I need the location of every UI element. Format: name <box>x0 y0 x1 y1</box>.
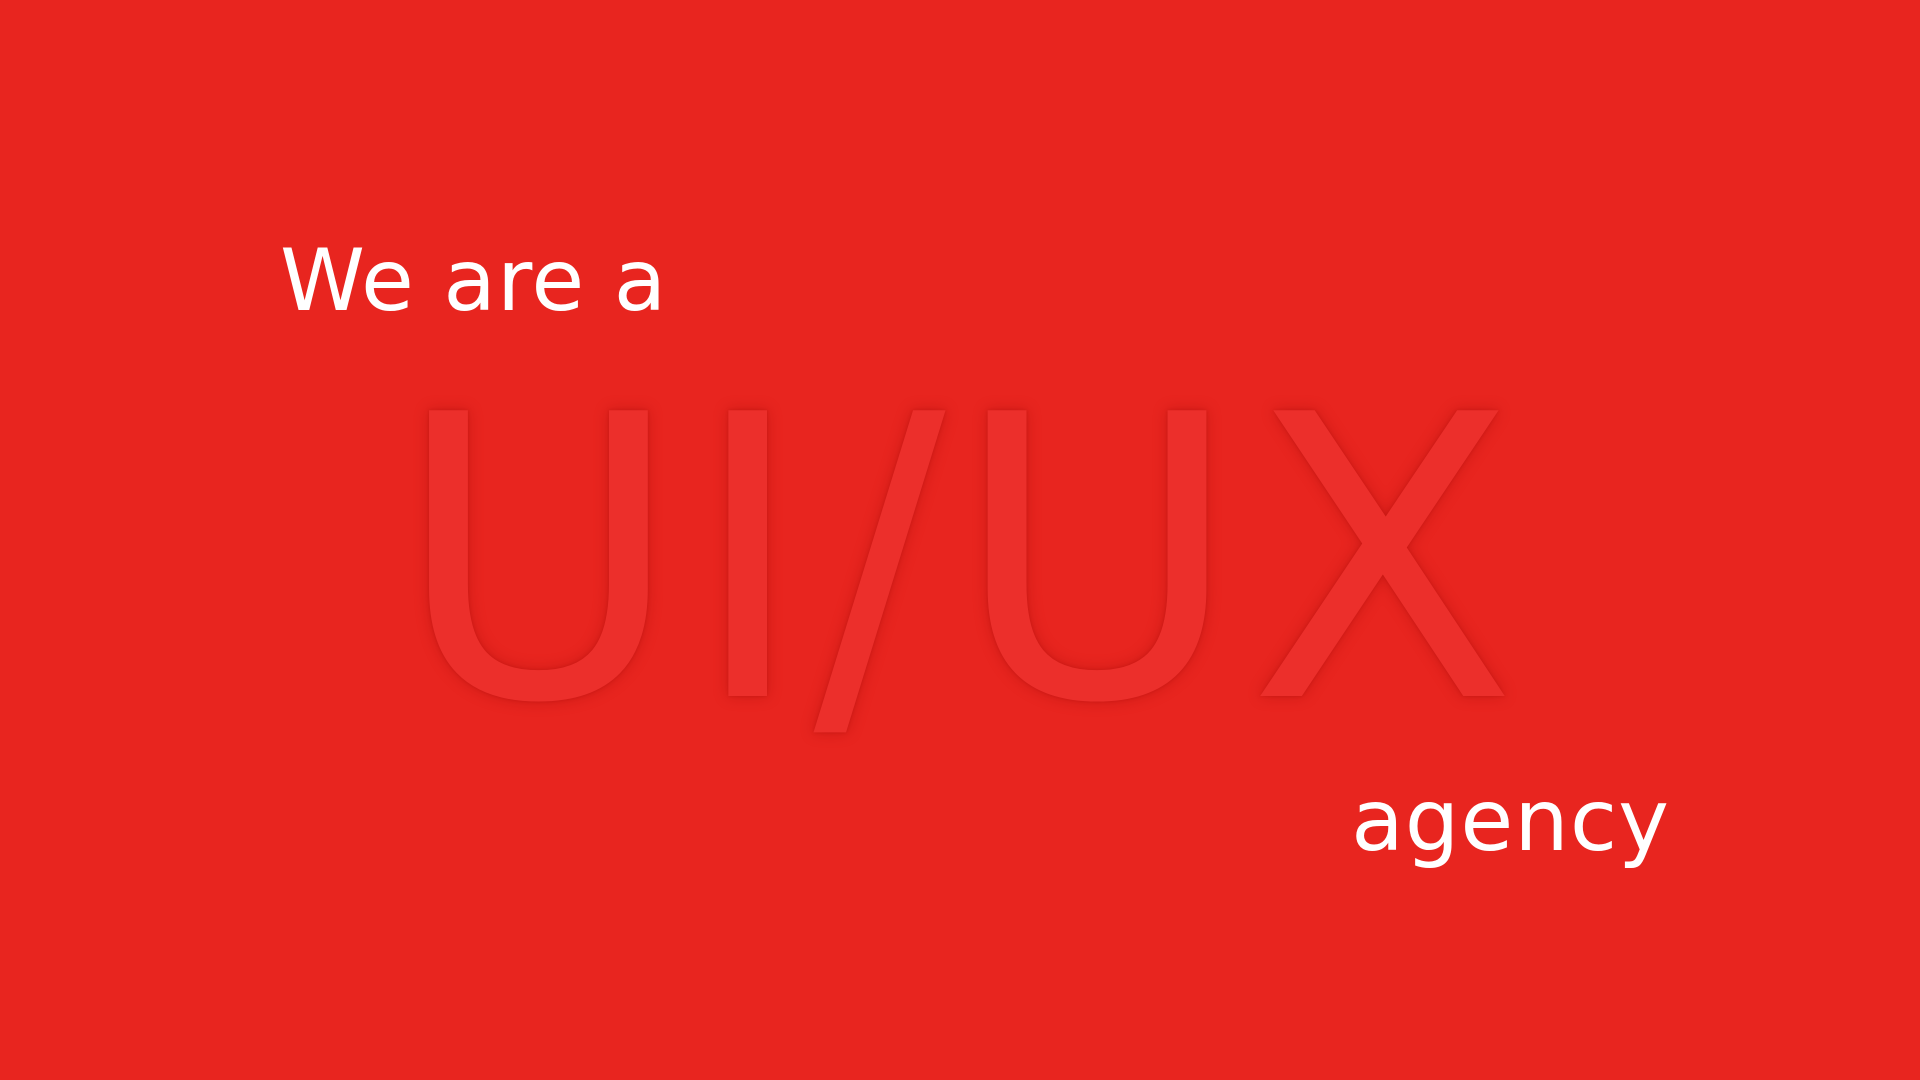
slide-canvas: We are a UI/UX agency <box>0 0 1920 1080</box>
intro-text: We are a <box>280 231 668 331</box>
outro-text: agency <box>1351 771 1670 871</box>
headline-watermark: UI/UX <box>394 333 1526 789</box>
